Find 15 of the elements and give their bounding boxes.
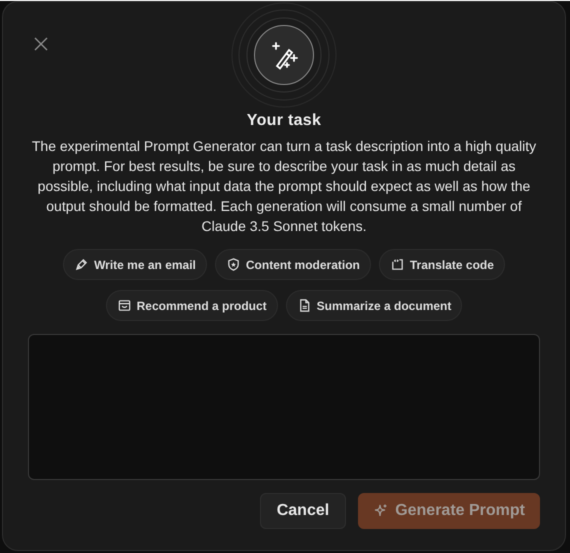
- suggestion-chip[interactable]: Write me an email: [63, 249, 207, 280]
- shield-icon: [226, 257, 241, 272]
- task-input-field[interactable]: [28, 334, 540, 480]
- dialog-title: Your task: [246, 112, 322, 130]
- sparkle-icon: [373, 503, 390, 519]
- code-icon: [390, 257, 405, 272]
- suggestion-chip[interactable]: Recommend a product: [106, 290, 278, 321]
- description: The experimental Prompt Generator can turn a task description into a high quality prompt. For best results, be sure to describe your task in as much detail as possible, including what input data the prompt should expect as well as how the output should be formatted. Each generation will consume a small number of Claude 3.5 Sonnet tokens.: [30, 137, 538, 236]
- pen-icon: [74, 257, 90, 272]
- suggestion-chip[interactable]: Content moderation: [214, 249, 371, 280]
- inbox-icon: [116, 298, 132, 313]
- cancel-button[interactable]: Cancel: [260, 493, 346, 529]
- suggestion-chip[interactable]: Translate code: [378, 249, 505, 280]
- close-icon[interactable]: [33, 36, 49, 52]
- suggestion-chip[interactable]: Summarize a document: [286, 290, 462, 321]
